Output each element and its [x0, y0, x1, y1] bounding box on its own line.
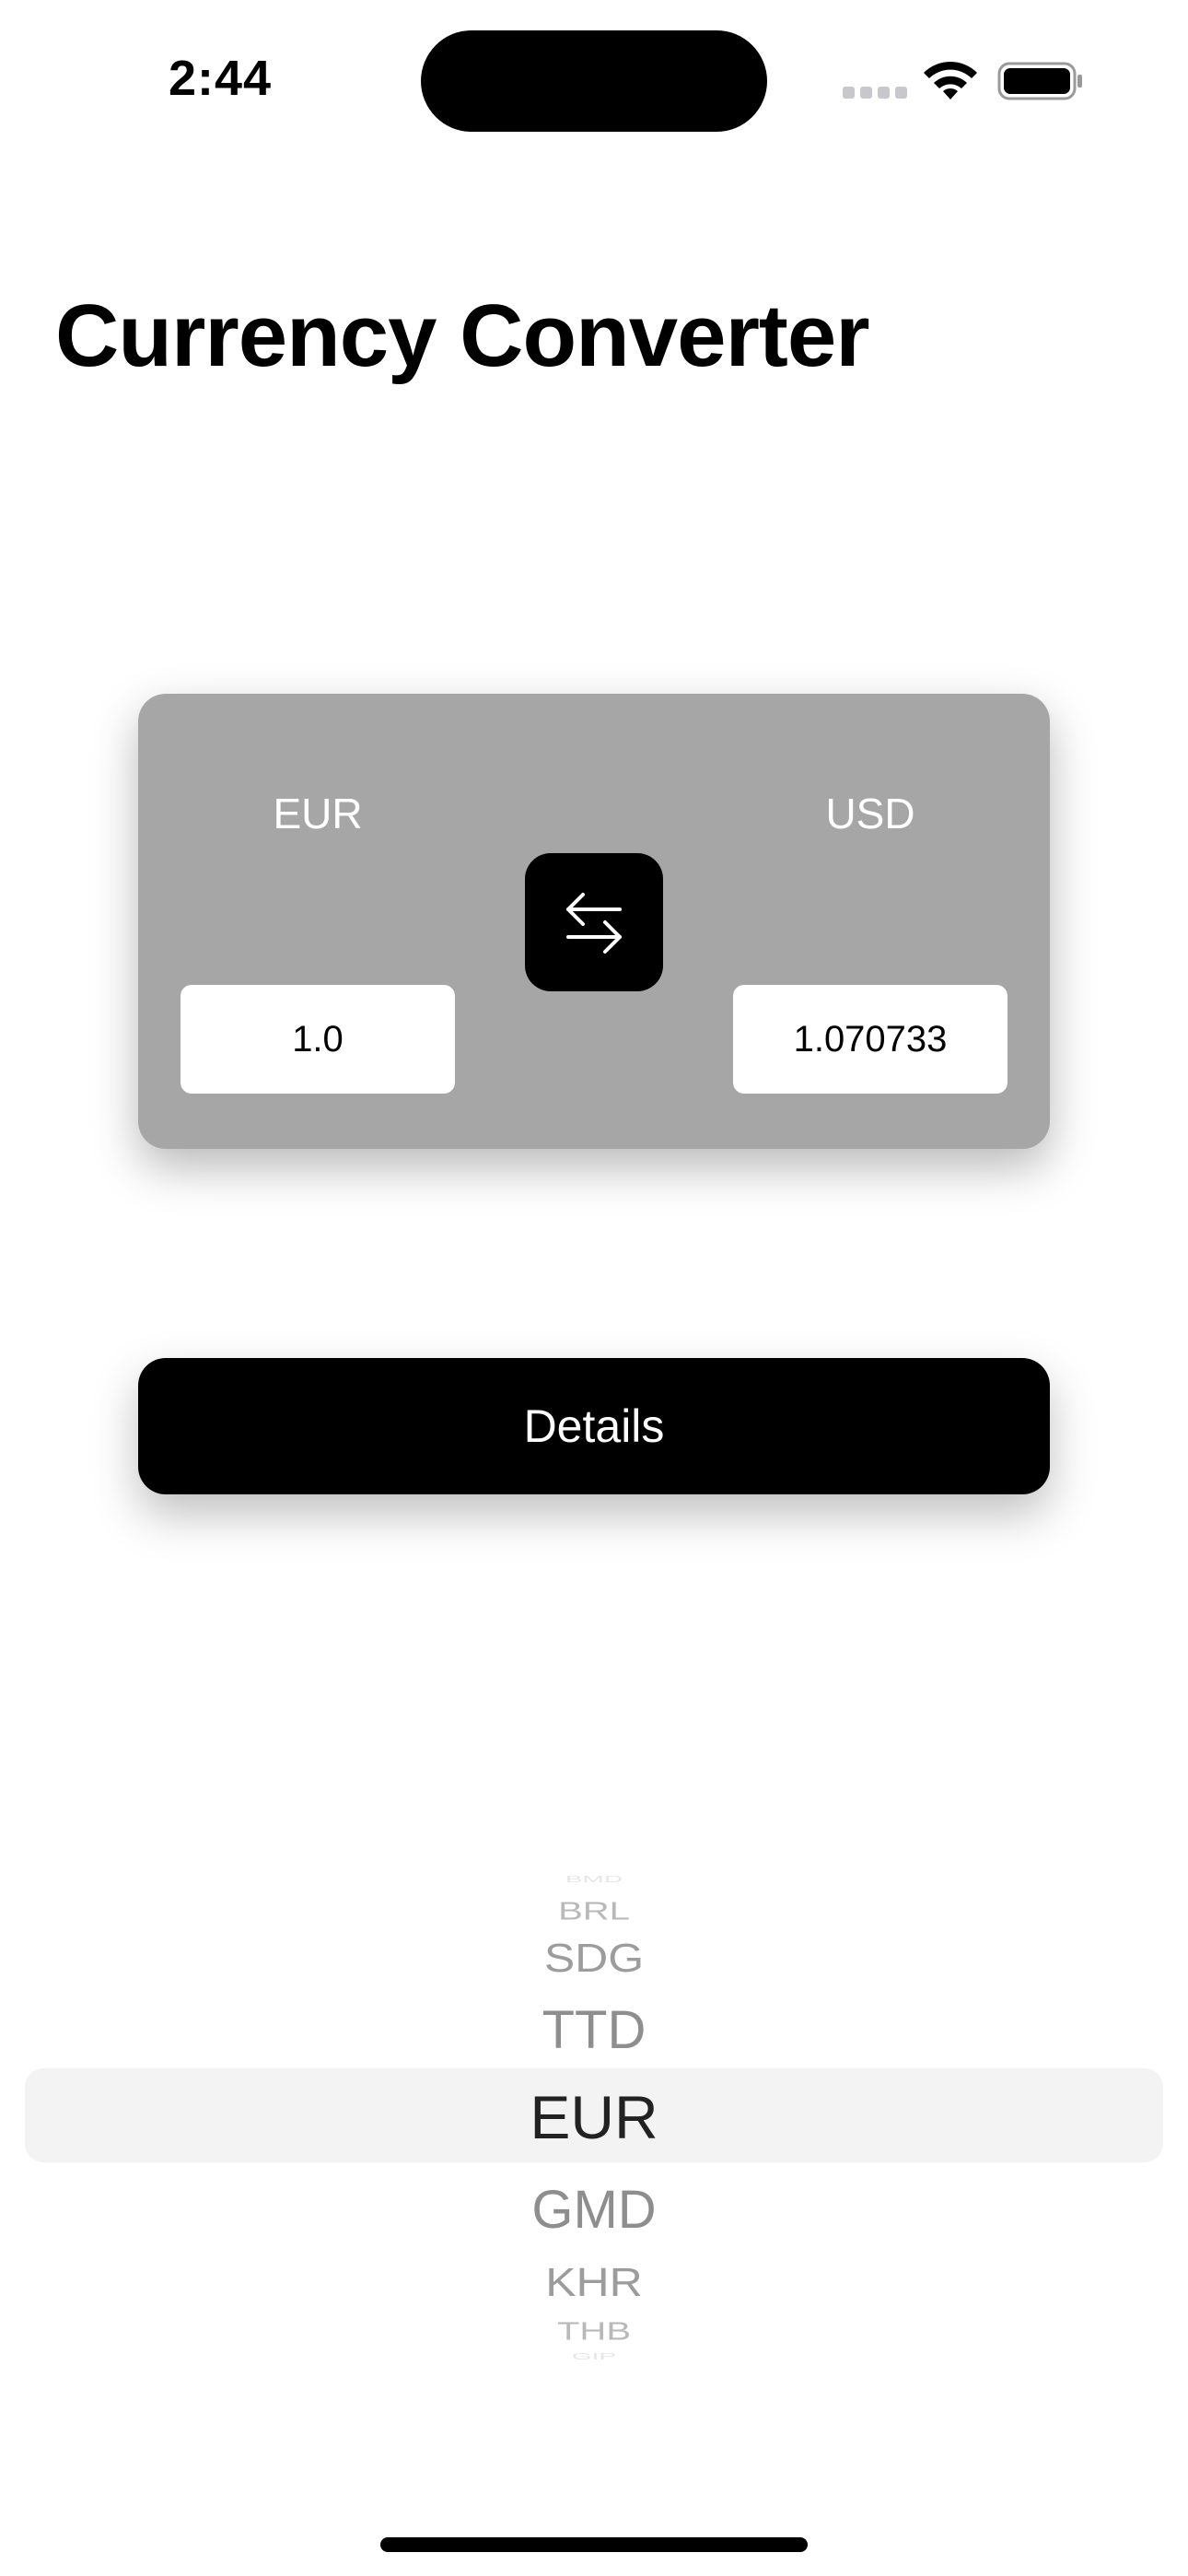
converter-card: EUR USD 1.0 1.070733	[138, 694, 1050, 1149]
picker-item[interactable]: SDG	[0, 1934, 1188, 1981]
arrows-left-right-icon	[566, 893, 622, 954]
cellular-signal-icon	[843, 87, 907, 99]
picker-item[interactable]: KHR	[0, 2258, 1188, 2305]
picker-item[interactable]: BRL	[0, 1897, 1188, 1926]
picker-item[interactable]: BMD	[0, 1874, 1188, 1884]
details-button[interactable]: Details	[138, 1358, 1050, 1494]
battery-icon	[997, 62, 1082, 100]
page-title: Currency Converter	[55, 287, 870, 385]
from-amount-field[interactable]: 1.0	[181, 985, 455, 1094]
home-indicator[interactable]	[380, 2537, 808, 2552]
picker-item[interactable]: TTD	[0, 1999, 1188, 2061]
picker-item[interactable]: GMD	[0, 2179, 1188, 2241]
picker-item-selected[interactable]: EUR	[0, 2082, 1188, 2152]
dynamic-island	[421, 30, 767, 132]
picker-item[interactable]: GIP	[0, 2351, 1188, 2361]
currency-picker[interactable]: BMD BRL SDG TTD EUR GMD KHR THB GIP	[0, 1852, 1188, 2377]
swap-currencies-button[interactable]	[525, 853, 663, 991]
status-time: 2:44	[169, 51, 273, 106]
wifi-icon	[924, 61, 977, 100]
to-currency-label[interactable]: USD	[732, 789, 1008, 838]
to-amount-field[interactable]: 1.070733	[733, 985, 1007, 1094]
picker-item[interactable]: THB	[0, 2317, 1188, 2347]
from-currency-label[interactable]: EUR	[180, 789, 456, 838]
